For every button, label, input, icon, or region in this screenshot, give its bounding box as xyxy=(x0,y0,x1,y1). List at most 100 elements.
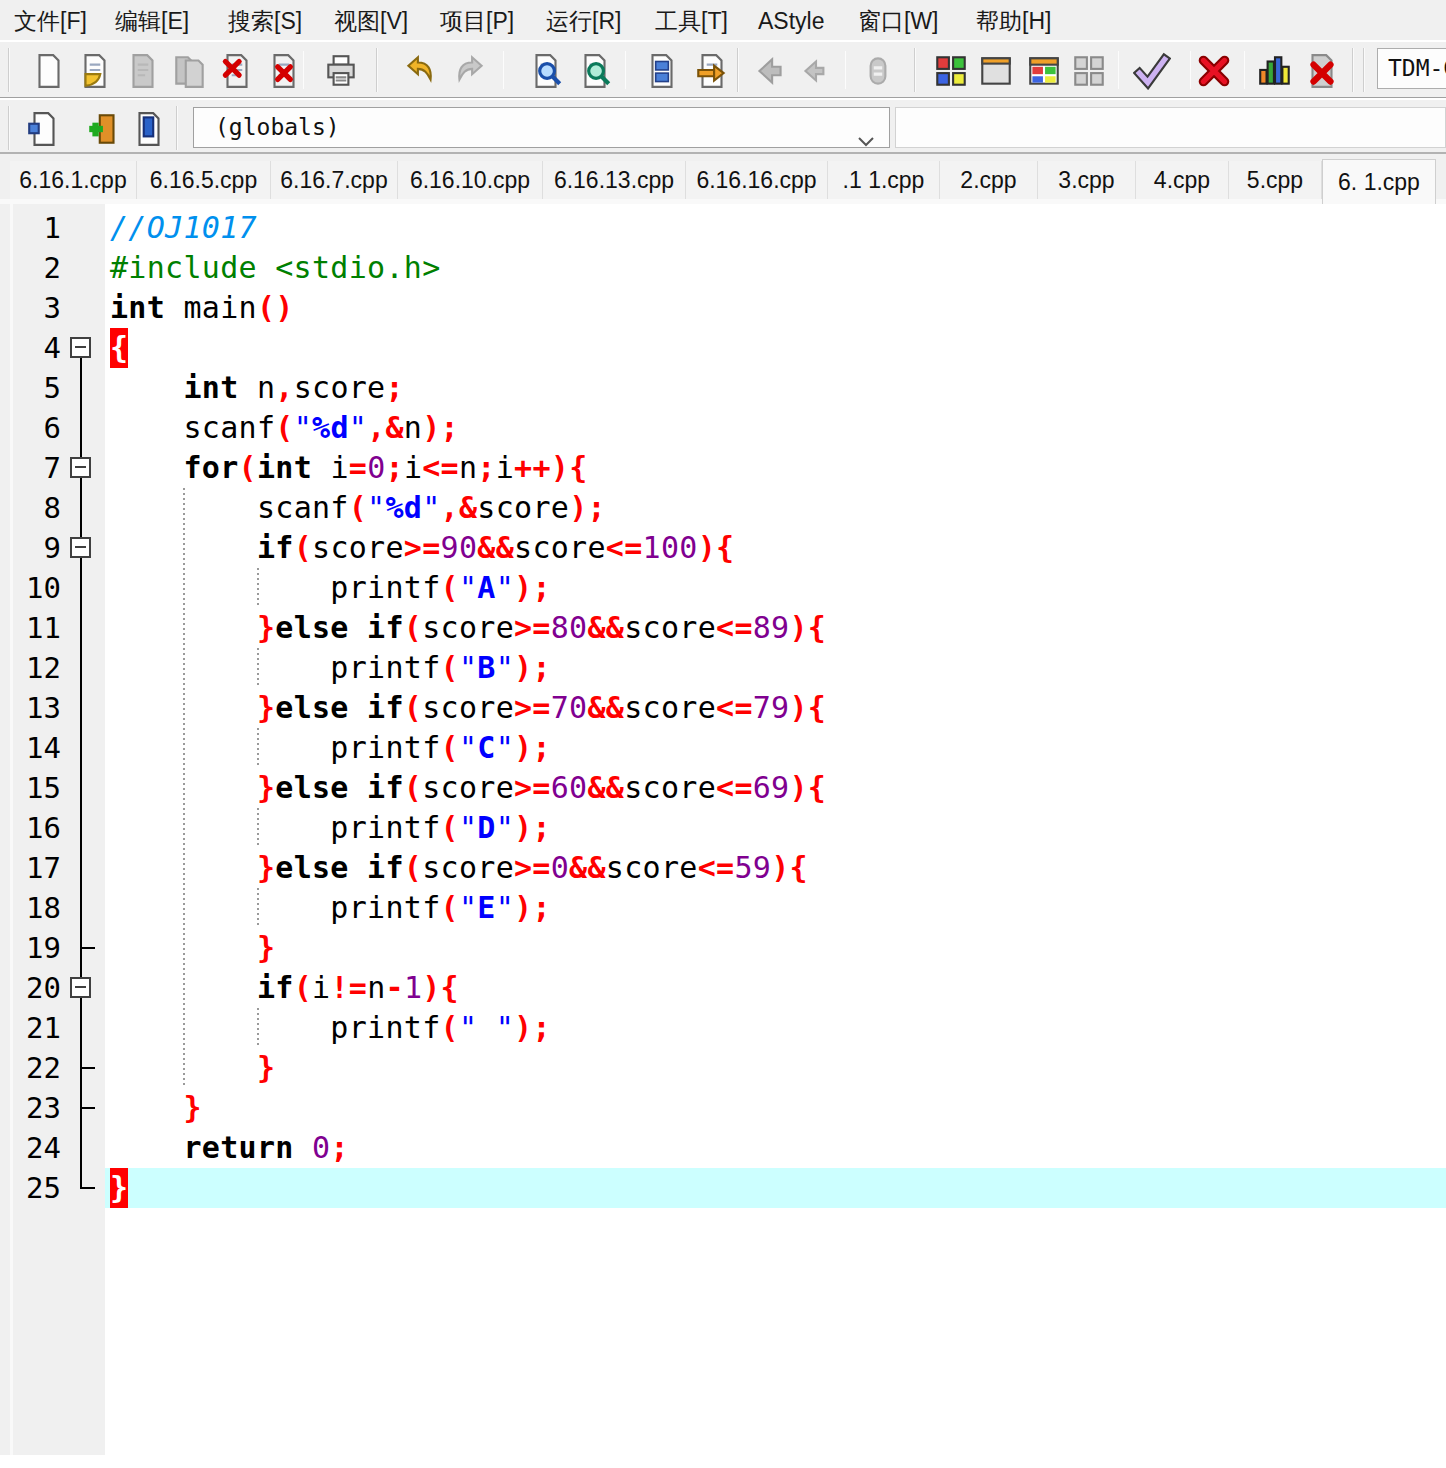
code-line-13[interactable]: }else if(score>=70&&score<=79){ xyxy=(105,688,1446,728)
code-line-4[interactable]: { xyxy=(105,328,1446,368)
next-bookmark-icon[interactable] xyxy=(693,52,731,90)
gutter-line: 23 xyxy=(0,1088,105,1128)
menu-item[interactable]: 编辑[E] xyxy=(115,0,189,42)
code-line-8[interactable]: scanf("%d",&score); xyxy=(105,488,1446,528)
menu-item[interactable]: 视图[V] xyxy=(334,0,408,42)
print-icon[interactable] xyxy=(322,52,360,90)
tab-6.16.1.cpp[interactable]: 6.16.1.cpp xyxy=(10,161,137,199)
menu-item[interactable]: 窗口[W] xyxy=(858,0,939,42)
tab-6. 1.cpp[interactable]: 6. 1.cpp xyxy=(1322,159,1436,204)
gutter-line: 2 xyxy=(0,248,105,288)
code-line-22[interactable]: } xyxy=(105,1048,1446,1088)
code-line-2[interactable]: #include <stdio.h> xyxy=(105,248,1446,288)
fold-toggle[interactable] xyxy=(70,977,91,998)
tab-.1 1.cpp[interactable]: .1 1.cpp xyxy=(828,161,940,199)
line-number: 8 xyxy=(44,488,61,528)
save-all-icon xyxy=(171,52,209,90)
line-number: 14 xyxy=(26,728,61,768)
indent-guide xyxy=(183,1008,185,1048)
code-line-6[interactable]: scanf("%d",&n); xyxy=(105,408,1446,448)
goto-line-icon[interactable] xyxy=(643,52,681,90)
window-colored-icon[interactable] xyxy=(1025,52,1063,90)
toolbar-separator xyxy=(1118,51,1119,89)
fold-toggle[interactable] xyxy=(70,537,91,558)
toolbar-separator xyxy=(1190,51,1191,89)
replace-icon[interactable] xyxy=(576,52,614,90)
code-line-16[interactable]: printf("D"); xyxy=(105,808,1446,848)
page-blue-square-icon[interactable] xyxy=(25,110,63,148)
close-all-icon[interactable] xyxy=(265,52,303,90)
code-line-15[interactable]: }else if(score>=60&&score<=69){ xyxy=(105,768,1446,808)
indent-guide xyxy=(257,808,259,848)
code-line-19[interactable]: } xyxy=(105,928,1446,968)
menu-item[interactable]: 帮助[H] xyxy=(976,0,1051,42)
gutter-line: 10 xyxy=(0,568,105,608)
menu-item[interactable]: 工具[T] xyxy=(655,0,728,42)
tab-4.cpp[interactable]: 4.cpp xyxy=(1136,161,1229,199)
code-line-12[interactable]: printf("B"); xyxy=(105,648,1446,688)
fold-toggle[interactable] xyxy=(70,457,91,478)
profile-chart-icon[interactable] xyxy=(1256,52,1294,90)
new-file-icon[interactable] xyxy=(30,52,68,90)
menu-item[interactable]: 搜索[S] xyxy=(228,0,302,42)
fold-toggle[interactable] xyxy=(70,337,91,358)
code-line-1[interactable]: //OJ1017 xyxy=(105,208,1446,248)
code-line-21[interactable]: printf(" "); xyxy=(105,1008,1446,1048)
gutter-line: 21 xyxy=(0,1008,105,1048)
window-plain-icon[interactable] xyxy=(977,52,1015,90)
menu-item[interactable]: 运行[R] xyxy=(546,0,621,42)
tab-bar: 6.16.1.cpp6.16.5.cpp6.16.7.cpp6.16.10.cp… xyxy=(0,152,1446,204)
indent-guide xyxy=(183,728,185,768)
line-number: 4 xyxy=(44,328,61,368)
tab-2.cpp[interactable]: 2.cpp xyxy=(940,161,1038,199)
code-line-11[interactable]: }else if(score>=80&&score<=89){ xyxy=(105,608,1446,648)
tab-6.16.7.cpp[interactable]: 6.16.7.cpp xyxy=(271,161,398,199)
code-line-14[interactable]: printf("C"); xyxy=(105,728,1446,768)
code-line-24[interactable]: return 0; xyxy=(105,1128,1446,1168)
code-line-23[interactable]: } xyxy=(105,1088,1446,1128)
stop-x-icon[interactable] xyxy=(1195,52,1233,90)
gutter-line: 25 xyxy=(0,1168,105,1208)
tab-6.16.16.cpp[interactable]: 6.16.16.cpp xyxy=(686,161,828,199)
line-number: 3 xyxy=(44,288,61,328)
code-line-17[interactable]: }else if(score>=0&&score<=59){ xyxy=(105,848,1446,888)
code-line-7[interactable]: for(int i=0;i<=n;i++){ xyxy=(105,448,1446,488)
open-file-icon[interactable] xyxy=(76,52,114,90)
undo-icon[interactable] xyxy=(401,52,439,90)
compile-check-icon[interactable] xyxy=(1133,52,1171,90)
tab-6.16.5.cpp[interactable]: 6.16.5.cpp xyxy=(137,161,271,199)
members-combo[interactable] xyxy=(895,107,1446,148)
code-line-9[interactable]: if(score>=90&&score<=100){ xyxy=(105,528,1446,568)
menu-item[interactable]: 文件[F] xyxy=(14,0,87,42)
code-line-18[interactable]: printf("E"); xyxy=(105,888,1446,928)
page-blue-bar-icon[interactable] xyxy=(130,110,168,148)
tab-6.16.10.cpp[interactable]: 6.16.10.cpp xyxy=(398,161,543,199)
code-line-25[interactable]: } xyxy=(105,1168,1446,1208)
profile-cancel-icon[interactable] xyxy=(1303,52,1341,90)
toolbar-separator xyxy=(845,51,846,89)
indent-guide xyxy=(257,568,259,608)
code-line-10[interactable]: printf("A"); xyxy=(105,568,1446,608)
toolbar-groove xyxy=(737,48,739,92)
menu-item[interactable]: AStyle xyxy=(758,0,824,42)
code-line-3[interactable]: int main() xyxy=(105,288,1446,328)
gutter-line: 16 xyxy=(0,808,105,848)
toolbar-class-browser: (globals) xyxy=(0,98,1446,152)
code-line-5[interactable]: int n,score; xyxy=(105,368,1446,408)
code-editor[interactable]: 1234567891011121314151617181920212223242… xyxy=(0,204,1446,1455)
squares-gray-icon[interactable] xyxy=(1070,52,1108,90)
globals-combo[interactable]: (globals) xyxy=(193,107,890,148)
toolbar-separator xyxy=(1244,51,1245,89)
compiler-combo[interactable]: TDM-G xyxy=(1377,48,1446,89)
new-project-icon[interactable] xyxy=(932,52,970,90)
code-line-20[interactable]: if(i!=n-1){ xyxy=(105,968,1446,1008)
menu-item[interactable]: 项目[P] xyxy=(440,0,514,42)
tab-5.cpp[interactable]: 5.cpp xyxy=(1229,161,1322,199)
close-file-icon[interactable] xyxy=(218,52,256,90)
line-number: 12 xyxy=(26,648,61,688)
add-file-icon[interactable] xyxy=(85,110,123,148)
tab-3.cpp[interactable]: 3.cpp xyxy=(1038,161,1136,199)
find-icon[interactable] xyxy=(527,52,565,90)
code-area[interactable]: //OJ1017#include <stdio.h>int main(){ in… xyxy=(105,208,1446,1208)
tab-6.16.13.cpp[interactable]: 6.16.13.cpp xyxy=(543,161,686,199)
